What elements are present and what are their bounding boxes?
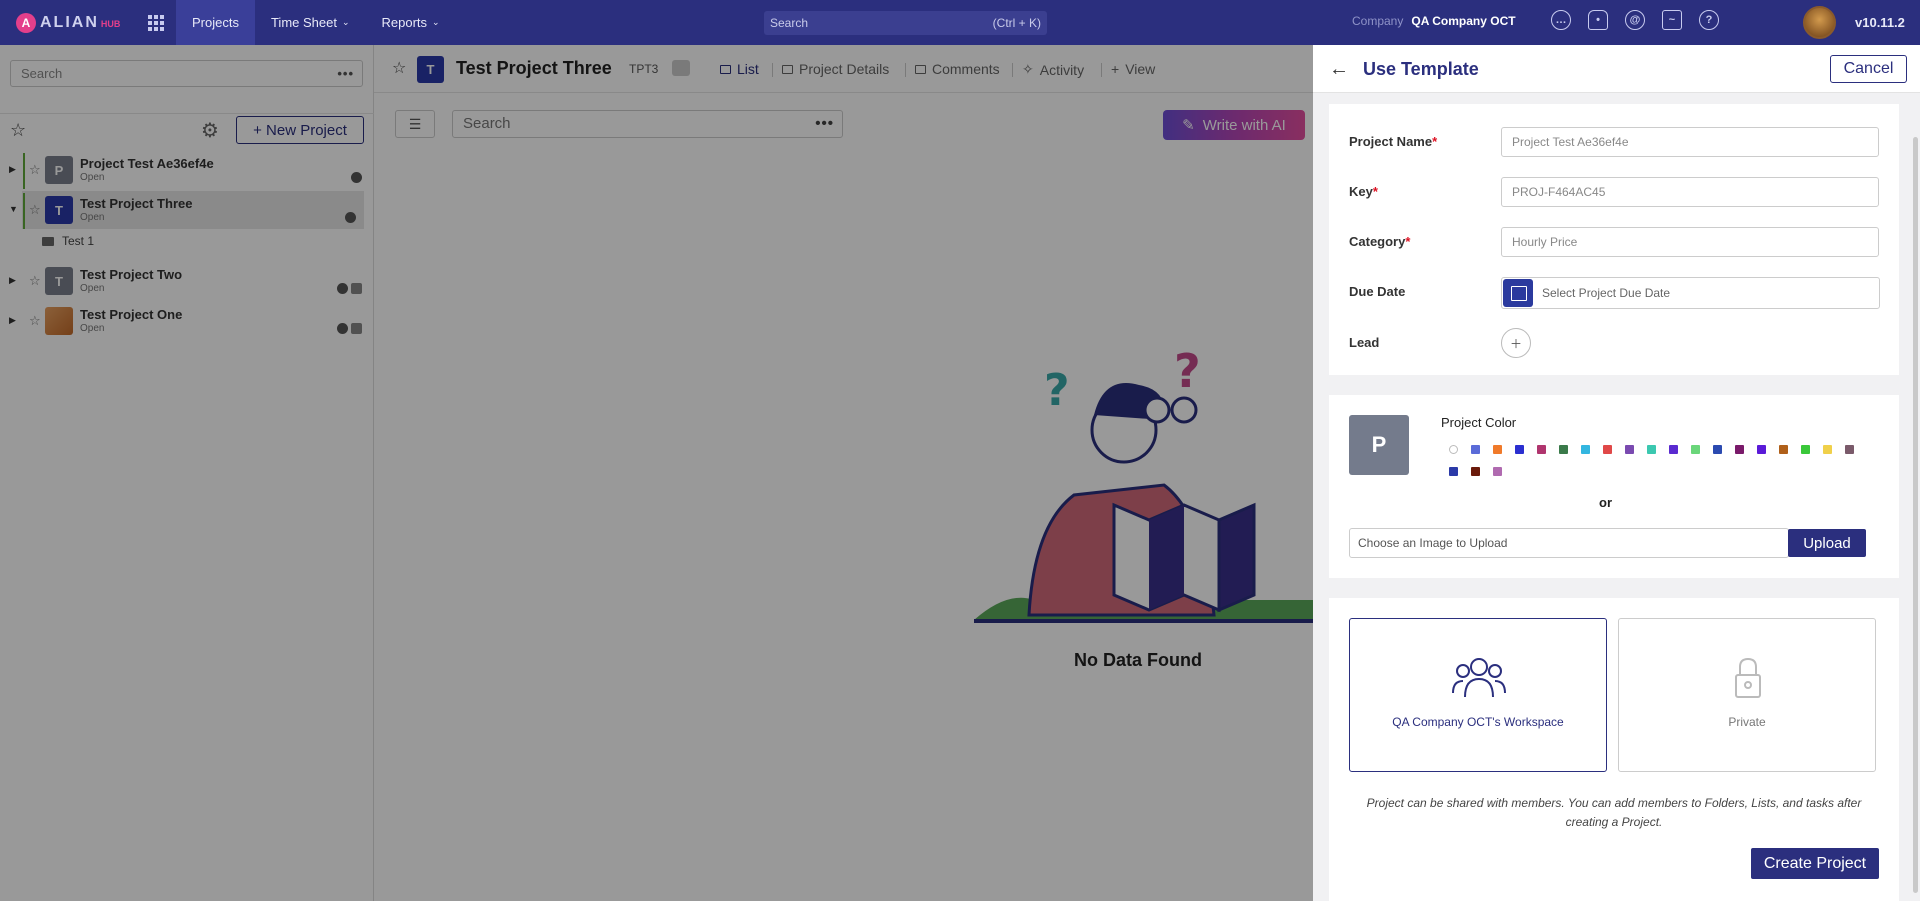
back-arrow-icon[interactable]: ← — [1329, 58, 1349, 81]
color-swatch[interactable] — [1559, 445, 1568, 454]
category-row: Category* Hourly Price — [1349, 227, 1879, 257]
visibility-card: QA Company OCT's Workspace Private Proje… — [1329, 598, 1899, 901]
or-divider: or — [1599, 495, 1612, 510]
project-avatar-preview: P — [1349, 415, 1409, 475]
project-name-row: Project Name* Project Test Ae36ef4e — [1349, 127, 1879, 157]
nav-time-sheet[interactable]: Time Sheet ⌄ — [255, 0, 366, 45]
color-swatch[interactable] — [1471, 445, 1480, 454]
color-swatch[interactable] — [1647, 445, 1656, 454]
panel-header: ← Use Template Cancel — [1313, 45, 1920, 93]
panel-title: Use Template — [1363, 59, 1479, 79]
color-swatch[interactable] — [1581, 445, 1590, 454]
color-swatch[interactable] — [1823, 445, 1832, 454]
global-search-placeholder: Search — [770, 16, 809, 30]
key-label: Key* — [1349, 184, 1378, 199]
lead-row: Lead ＋ — [1349, 328, 1879, 358]
private-option[interactable]: Private — [1618, 618, 1876, 772]
company-name: QA Company OCT — [1411, 14, 1516, 28]
apps-grid-icon[interactable] — [148, 14, 164, 31]
no-color-swatch[interactable] — [1449, 445, 1458, 454]
due-date-input[interactable]: Select Project Due Date — [1501, 277, 1880, 309]
calendar-icon[interactable] — [1503, 279, 1533, 307]
add-lead-icon[interactable]: ＋ — [1501, 328, 1531, 358]
lock-icon — [1735, 657, 1761, 698]
color-swatch[interactable] — [1735, 445, 1744, 454]
at-icon[interactable]: @ — [1625, 10, 1645, 30]
lead-label: Lead — [1349, 335, 1380, 350]
due-date-label: Due Date — [1349, 284, 1406, 299]
color-swatch[interactable] — [1625, 445, 1634, 454]
category-label: Category* — [1349, 234, 1411, 249]
chat-icon[interactable]: … — [1551, 10, 1571, 30]
logo-text: ALIAN HUB — [40, 13, 121, 31]
category-input[interactable]: Hourly Price — [1501, 227, 1879, 257]
bell-icon[interactable]: • — [1588, 10, 1608, 30]
project-fields-card: Project Name* Project Test Ae36ef4e Key*… — [1329, 104, 1899, 375]
modal-backdrop[interactable] — [0, 45, 1313, 901]
company-label: Company — [1352, 14, 1404, 28]
project-color-card: P Project Color or Choose an Image to Up… — [1329, 395, 1899, 578]
color-swatch[interactable] — [1669, 445, 1678, 454]
color-swatch[interactable] — [1493, 445, 1502, 454]
share-note: Project can be shared with members. You … — [1366, 796, 1862, 829]
project-color-label: Project Color — [1441, 415, 1517, 430]
color-swatch[interactable] — [1713, 445, 1722, 454]
color-swatch[interactable] — [1471, 467, 1480, 476]
create-project-button[interactable]: Create Project — [1751, 848, 1879, 879]
upload-button[interactable]: Upload — [1788, 529, 1866, 557]
chevron-down-icon: ⌄ — [341, 17, 350, 27]
project-name-label: Project Name* — [1349, 134, 1438, 149]
chevron-down-icon: ⌄ — [432, 17, 440, 27]
color-swatch[interactable] — [1515, 445, 1524, 454]
due-date-row: Due Date Select Project Due Date — [1349, 277, 1880, 309]
color-swatch[interactable] — [1845, 445, 1854, 454]
key-input[interactable]: PROJ-F464AC45 — [1501, 177, 1879, 207]
app-logo[interactable]: A ALIAN HUB — [16, 12, 134, 33]
company-selector[interactable]: Company QA Company OCT — [1352, 14, 1516, 28]
color-swatches — [1449, 445, 1869, 476]
integrations-icon[interactable]: ~ — [1662, 10, 1682, 30]
use-template-panel: ← Use Template Cancel Project Name* Proj… — [1313, 45, 1920, 901]
global-search[interactable]: Search (Ctrl + K) — [764, 11, 1047, 35]
app-version: v10.11.2 — [1855, 15, 1905, 30]
workspace-option[interactable]: QA Company OCT's Workspace — [1349, 618, 1607, 772]
help-icon[interactable]: ? — [1699, 10, 1719, 30]
workspace-label: QA Company OCT's Workspace — [1392, 715, 1564, 729]
logo-mark: A — [16, 12, 36, 33]
private-label: Private — [1728, 715, 1766, 729]
color-swatch[interactable] — [1449, 467, 1458, 476]
cancel-button[interactable]: Cancel — [1830, 55, 1907, 83]
project-name-input[interactable]: Project Test Ae36ef4e — [1501, 127, 1879, 157]
color-swatch[interactable] — [1801, 445, 1810, 454]
key-row: Key* PROJ-F464AC45 — [1349, 177, 1879, 207]
color-swatch[interactable] — [1691, 445, 1700, 454]
color-swatch[interactable] — [1779, 445, 1788, 454]
color-swatch[interactable] — [1757, 445, 1766, 454]
search-shortcut: (Ctrl + K) — [992, 16, 1041, 30]
nav-reports[interactable]: Reports ⌄ — [366, 0, 456, 45]
image-upload-input[interactable]: Choose an Image to Upload — [1349, 528, 1789, 558]
color-swatch[interactable] — [1493, 467, 1502, 476]
team-icon — [1452, 658, 1506, 698]
color-swatch[interactable] — [1603, 445, 1612, 454]
user-avatar[interactable] — [1803, 6, 1836, 39]
nav-projects[interactable]: Projects — [176, 0, 255, 45]
panel-scrollbar[interactable] — [1913, 137, 1918, 893]
top-navbar: A ALIAN HUB Projects Time Sheet ⌄ Reports ⌄… — [0, 0, 1920, 45]
color-swatch[interactable] — [1537, 445, 1546, 454]
